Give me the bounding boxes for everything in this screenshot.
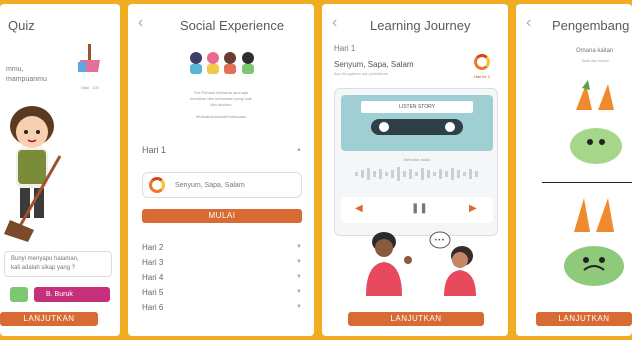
day-item-label[interactable]: Hari 5 xyxy=(142,288,163,297)
playback-status: Memutar audio xyxy=(403,157,431,162)
page-title: Quiz xyxy=(8,18,35,33)
back-icon[interactable]: ‹ xyxy=(138,14,143,32)
social-experience-screen: ‹ Social Experience Yuk Pahami bersama a… xyxy=(128,4,314,336)
description-3: kita lakukan xyxy=(210,102,232,107)
carrot-character-illustration xyxy=(570,80,622,164)
option-a-button[interactable] xyxy=(10,287,28,302)
question-text: Bunyi menyapu halaman, xyxy=(11,256,79,262)
page-title: Learning Journey xyxy=(370,18,471,33)
chevron-down-icon[interactable]: ▼ xyxy=(296,274,302,280)
question-box: Bunyi menyapu halaman, kali adalah sikap… xyxy=(4,251,112,277)
continue-button[interactable]: LANJUTKAN xyxy=(0,312,98,326)
back-icon[interactable]: ‹ xyxy=(526,14,531,32)
option-b-button[interactable]: B. Buruk xyxy=(34,287,110,302)
continue-button[interactable]: LANJUTKAN xyxy=(348,312,484,326)
lesson-logo-icon xyxy=(149,177,165,193)
waveform xyxy=(355,167,478,181)
prompt-text-2: mampuanmu xyxy=(6,76,47,83)
hashtag: #KebaikanAdalahKebiasaan xyxy=(195,114,247,119)
pause-icon[interactable]: ❚❚ xyxy=(411,203,428,214)
description-2: kebaikan dan kebiasaan yang baik xyxy=(190,96,252,101)
description: Yuk Pahami bersama apa saja xyxy=(193,90,249,95)
boy-sweeping-illustration xyxy=(4,106,62,242)
back-icon[interactable]: ‹ xyxy=(332,14,337,32)
audio-player-card: LISTEN STORY Memutar audio ◀ ❚❚ ▶ xyxy=(334,88,498,236)
chevron-up-icon[interactable]: ▲ xyxy=(296,147,302,153)
chevron-down-icon[interactable]: ▼ xyxy=(296,244,302,250)
lesson-logo-icon xyxy=(474,54,490,70)
day-1-label[interactable]: Hari 1 xyxy=(142,145,166,155)
day-item-label[interactable]: Hari 4 xyxy=(142,273,163,282)
chevron-down-icon[interactable]: ▼ xyxy=(296,289,302,295)
player-controls: ◀ ❚❚ ▶ xyxy=(341,197,493,223)
carrot-character-sad-illustration xyxy=(564,198,624,286)
cassette-tape: LISTEN STORY xyxy=(341,95,493,151)
tape-label: LISTEN STORY xyxy=(361,101,473,113)
development-screen: ‹ Pengembang Omana kaitan Baik dan benar… xyxy=(516,4,632,336)
day-item-label[interactable]: Hari 3 xyxy=(142,258,163,267)
page-title: Social Experience xyxy=(180,18,285,33)
day-badge: Hari ke 1 xyxy=(473,74,490,79)
lesson-card[interactable]: Senyum, Sapa, Salam xyxy=(142,172,302,198)
question-text-2: kali adalah sikap yang ? xyxy=(11,265,76,271)
subtitle: Omana kaitan xyxy=(576,48,614,54)
continue-button[interactable]: LANJUTKAN xyxy=(536,312,632,326)
lesson-title: Senyum, Sapa, Salam xyxy=(175,182,245,189)
page-title: Pengembang xyxy=(552,18,630,33)
day-item-label[interactable]: Hari 6 xyxy=(142,303,163,312)
chevron-down-icon[interactable]: ▼ xyxy=(296,304,302,310)
quiz-screen: Quiz mmu, mampuanmu Nilai : 100 Bunyi me… xyxy=(0,4,120,336)
subtitle-2: Baik dan benar xyxy=(582,58,609,63)
broom-icon xyxy=(78,44,100,72)
day-label: Hari 1 xyxy=(334,44,356,53)
family-illustration xyxy=(190,52,254,74)
next-icon[interactable]: ▶ xyxy=(469,203,477,214)
greeting-illustration: ••• xyxy=(366,231,476,296)
divider xyxy=(542,182,632,183)
start-button[interactable]: MULAI xyxy=(142,209,302,223)
svg-text:•••: ••• xyxy=(434,237,445,244)
day-item-label[interactable]: Hari 2 xyxy=(142,243,163,252)
learning-journey-screen: ‹ Learning Journey Hari 1 Senyum, Sapa, … xyxy=(322,4,508,336)
lesson-subtitle: Ayo dengarkan dan praktikkan xyxy=(334,71,388,76)
lesson-title: Senyum, Sapa, Salam xyxy=(334,60,414,69)
score-label: Nilai : 100 xyxy=(81,85,99,90)
prompt-text: mmu, xyxy=(6,66,24,73)
previous-icon[interactable]: ◀ xyxy=(355,203,363,214)
chevron-down-icon[interactable]: ▼ xyxy=(296,259,302,265)
tape-window xyxy=(371,119,463,135)
